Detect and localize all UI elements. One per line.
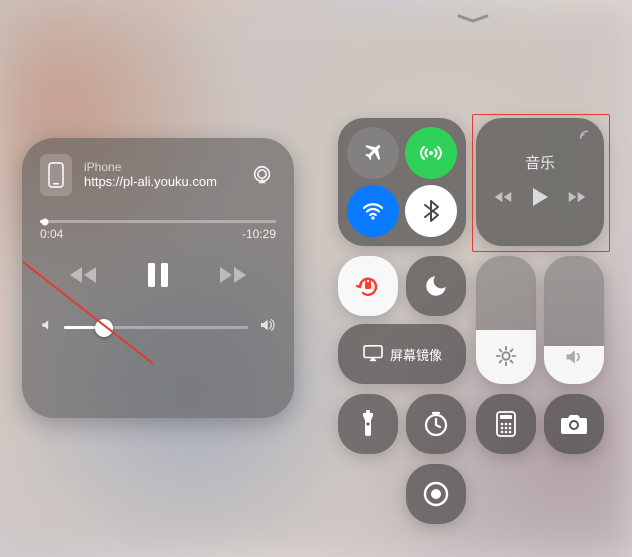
orientation-lock-button[interactable] xyxy=(338,256,398,316)
music-rewind-button[interactable] xyxy=(493,190,513,209)
volume-slider-tile[interactable] xyxy=(544,256,604,384)
airplay-button[interactable] xyxy=(248,161,276,189)
wifi-button[interactable] xyxy=(347,185,399,237)
volume-slider[interactable] xyxy=(64,326,248,329)
forward-button[interactable] xyxy=(218,264,248,286)
control-center: 音乐 屏幕镜像 xyxy=(328,0,618,557)
brightness-icon xyxy=(495,345,517,372)
bluetooth-button[interactable] xyxy=(405,185,457,237)
device-label: iPhone xyxy=(84,161,236,174)
screen-mirroring-icon xyxy=(362,344,384,365)
music-tile-title: 音乐 xyxy=(525,152,555,173)
music-forward-button[interactable] xyxy=(567,190,587,209)
flashlight-button[interactable] xyxy=(338,394,398,454)
timer-button[interactable] xyxy=(406,394,466,454)
calculator-button[interactable] xyxy=(476,394,536,454)
pause-button[interactable] xyxy=(145,261,171,289)
camera-button[interactable] xyxy=(544,394,604,454)
grabber-icon[interactable] xyxy=(455,12,491,24)
now-playing-url: https://pl-ali.youku.com xyxy=(84,174,236,189)
remaining-time: -10:29 xyxy=(242,227,276,241)
airplane-mode-button[interactable] xyxy=(347,127,399,179)
cast-icon xyxy=(578,126,594,147)
screen-mirroring-label: 屏幕镜像 xyxy=(390,345,442,364)
rewind-button[interactable] xyxy=(68,264,98,286)
elapsed-time: 0:04 xyxy=(40,227,63,241)
music-tile[interactable]: 音乐 xyxy=(476,118,604,246)
volume-high-icon xyxy=(258,317,276,338)
volume-low-icon xyxy=(40,318,54,337)
do-not-disturb-button[interactable] xyxy=(406,256,466,316)
device-thumbnail xyxy=(40,154,72,196)
media-expanded-panel: iPhone https://pl-ali.youku.com 0:04 -10… xyxy=(22,138,294,418)
cellular-data-button[interactable] xyxy=(405,127,457,179)
screen-mirroring-button[interactable]: 屏幕镜像 xyxy=(338,324,466,384)
connectivity-tile[interactable] xyxy=(338,118,466,246)
volume-icon xyxy=(563,347,585,372)
brightness-slider[interactable] xyxy=(476,256,536,384)
screen-record-button[interactable] xyxy=(406,464,466,524)
music-play-button[interactable] xyxy=(531,187,549,212)
scrubber[interactable]: 0:04 -10:29 xyxy=(40,220,276,241)
